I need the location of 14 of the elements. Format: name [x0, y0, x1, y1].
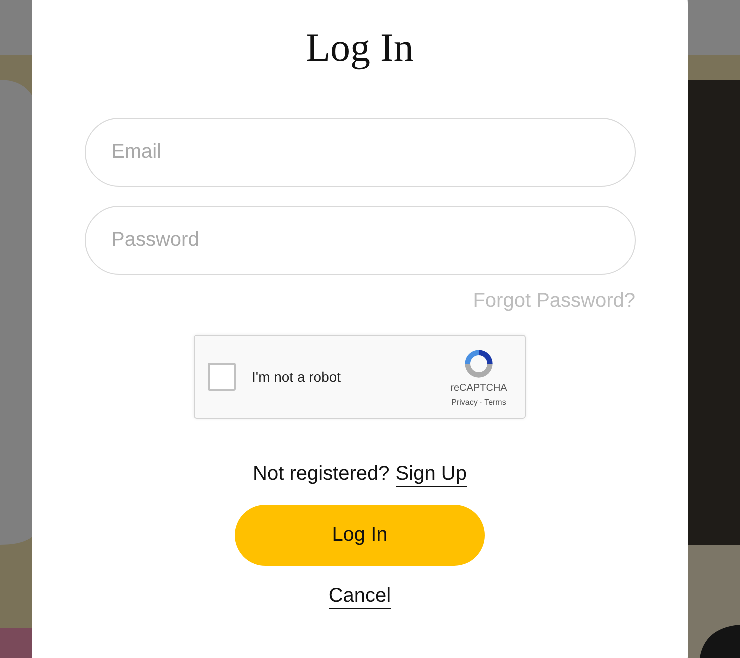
- dialog-title: Log In: [306, 26, 414, 70]
- separator-dot: ·: [480, 398, 483, 407]
- sign-up-link[interactable]: Sign Up: [396, 463, 467, 487]
- recaptcha-logo-icon: [462, 347, 496, 381]
- cancel-link[interactable]: Cancel: [328, 585, 392, 609]
- password-field[interactable]: Password: [84, 206, 636, 275]
- captcha-brand: reCAPTCHA: [450, 383, 508, 394]
- signup-prompt: Not registered?: [253, 463, 390, 487]
- captcha-label: I'm not a robot: [252, 369, 342, 385]
- login-button[interactable]: Log In: [235, 505, 485, 566]
- email-field[interactable]: Email: [84, 118, 636, 187]
- captcha-checkbox[interactable]: [208, 363, 236, 391]
- privacy-link[interactable]: Privacy: [452, 398, 478, 407]
- terms-link[interactable]: Terms: [484, 398, 506, 407]
